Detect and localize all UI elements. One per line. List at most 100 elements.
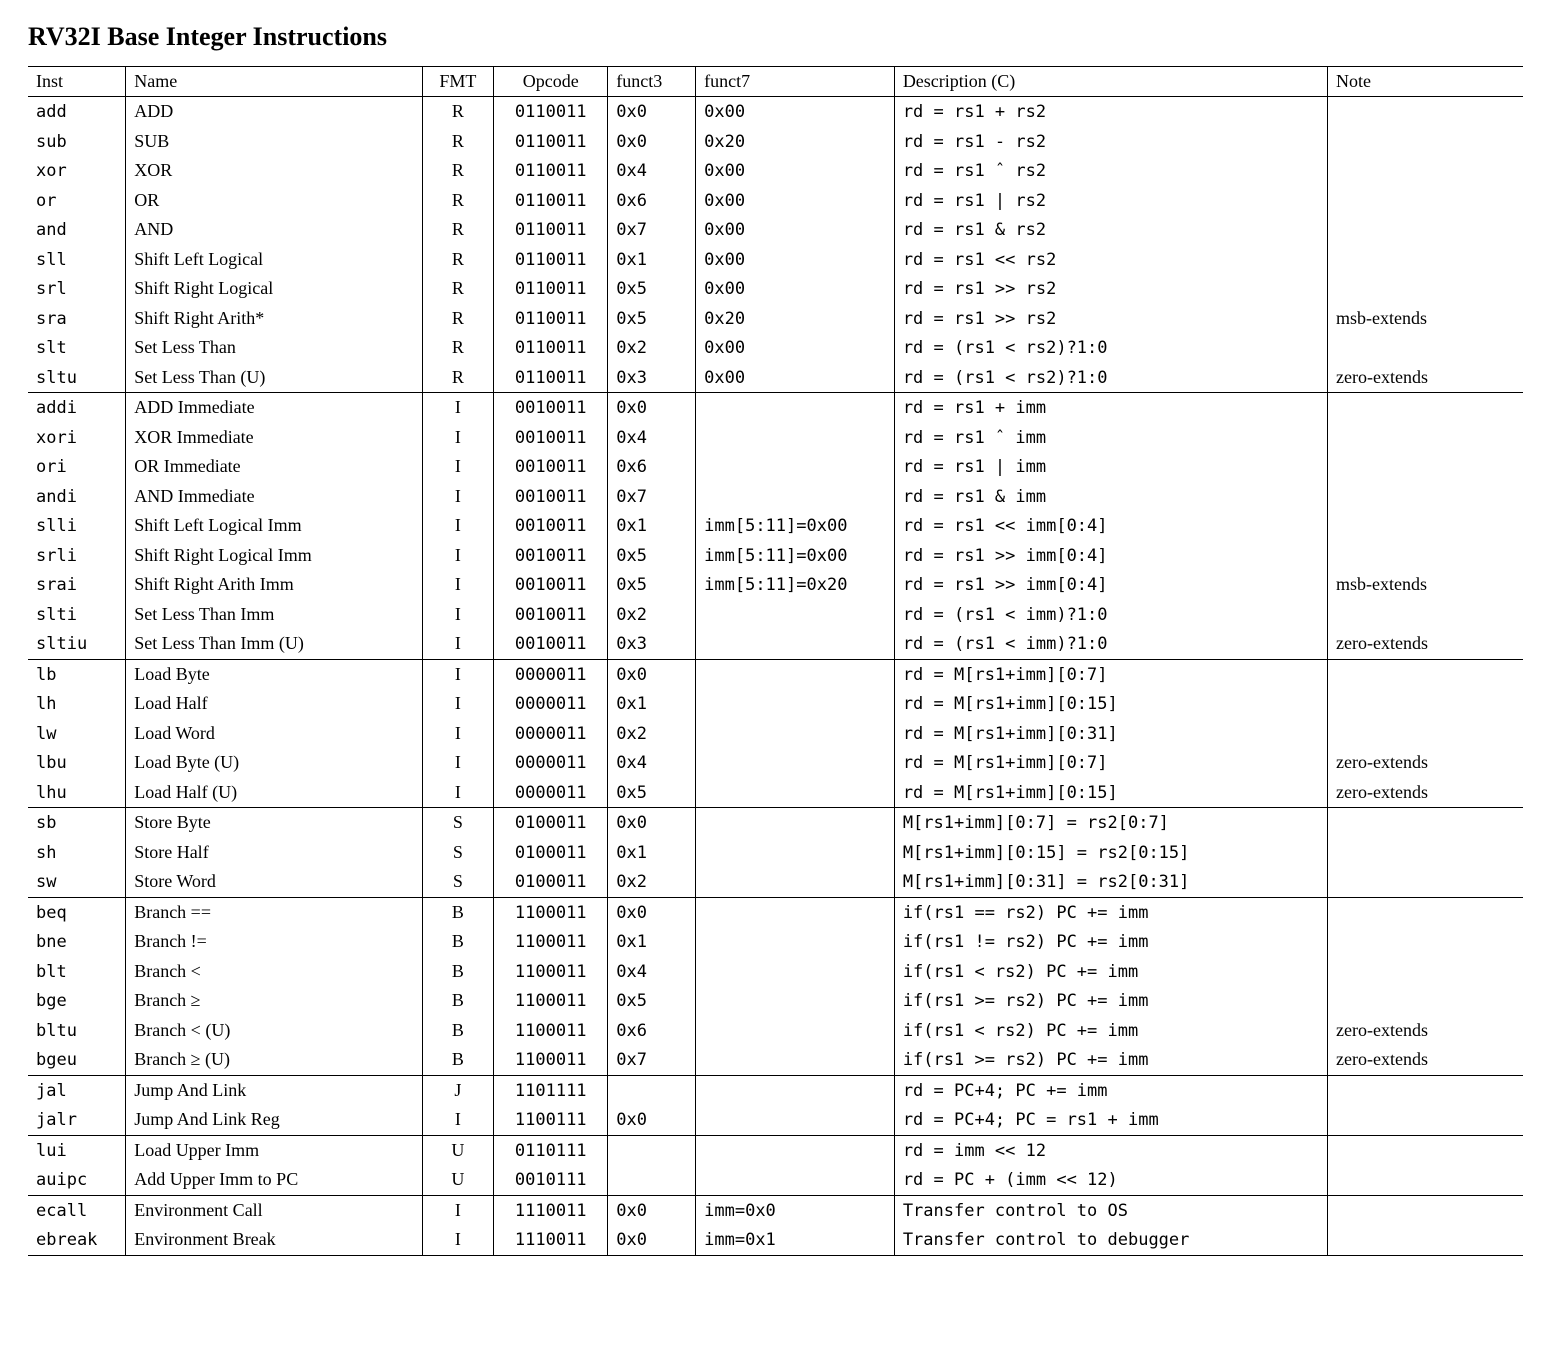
col-note: Note <box>1328 67 1523 97</box>
table-row: sltuSet Less Than (U)R01100110x30x00rd =… <box>28 363 1523 393</box>
cell-note <box>1328 423 1523 453</box>
cell-funct7: imm=0x1 <box>696 1225 895 1255</box>
cell-desc: rd = M[rs1+imm][0:15] <box>894 689 1327 719</box>
cell-funct7 <box>696 1045 895 1075</box>
cell-note <box>1328 452 1523 482</box>
cell-opcode: 0010111 <box>494 1165 608 1195</box>
cell-funct7: 0x00 <box>696 97 895 127</box>
cell-funct7: 0x20 <box>696 304 895 334</box>
cell-funct7: 0x00 <box>696 156 895 186</box>
table-row: ebreakEnvironment BreakI11100110x0imm=0x… <box>28 1225 1523 1255</box>
cell-inst: sb <box>28 808 126 838</box>
col-funct3: funct3 <box>608 67 696 97</box>
cell-opcode: 1100011 <box>494 927 608 957</box>
cell-desc: rd = rs1 + rs2 <box>894 97 1327 127</box>
cell-funct3: 0x6 <box>608 452 696 482</box>
cell-fmt: I <box>422 1225 494 1255</box>
cell-funct7 <box>696 1105 895 1135</box>
cell-fmt: I <box>422 689 494 719</box>
cell-name: Set Less Than Imm <box>126 600 422 630</box>
cell-funct3: 0x2 <box>608 333 696 363</box>
cell-funct3: 0x5 <box>608 274 696 304</box>
cell-funct3: 0x0 <box>608 97 696 127</box>
cell-funct3: 0x4 <box>608 957 696 987</box>
table-row: bgeuBranch ≥ (U)B11000110x7if(rs1 >= rs2… <box>28 1045 1523 1075</box>
cell-funct3 <box>608 1075 696 1105</box>
cell-fmt: R <box>422 274 494 304</box>
cell-inst: or <box>28 186 126 216</box>
cell-note: msb-extends <box>1328 304 1523 334</box>
cell-inst: beq <box>28 897 126 927</box>
cell-name: Add Upper Imm to PC <box>126 1165 422 1195</box>
cell-opcode: 1100011 <box>494 1045 608 1075</box>
cell-opcode: 0010011 <box>494 511 608 541</box>
cell-note <box>1328 1225 1523 1255</box>
cell-note <box>1328 245 1523 275</box>
cell-desc: rd = rs1 >> rs2 <box>894 274 1327 304</box>
cell-fmt: I <box>422 659 494 689</box>
cell-note <box>1328 867 1523 897</box>
cell-opcode: 0010011 <box>494 541 608 571</box>
cell-fmt: B <box>422 897 494 927</box>
table-row: sraShift Right Arith*R01100110x50x20rd =… <box>28 304 1523 334</box>
cell-funct7: 0x00 <box>696 333 895 363</box>
cell-opcode: 0110011 <box>494 245 608 275</box>
cell-note <box>1328 1075 1523 1105</box>
cell-opcode: 0110011 <box>494 274 608 304</box>
cell-fmt: J <box>422 1075 494 1105</box>
cell-inst: srai <box>28 570 126 600</box>
cell-inst: addi <box>28 393 126 423</box>
cell-fmt: S <box>422 808 494 838</box>
cell-name: Store Half <box>126 838 422 868</box>
table-row: jalJump And LinkJ1101111rd = PC+4; PC +=… <box>28 1075 1523 1105</box>
cell-name: Shift Right Arith Imm <box>126 570 422 600</box>
cell-funct3: 0x3 <box>608 363 696 393</box>
cell-desc: rd = PC+4; PC = rs1 + imm <box>894 1105 1327 1135</box>
cell-inst: bne <box>28 927 126 957</box>
cell-fmt: B <box>422 1045 494 1075</box>
cell-name: Jump And Link Reg <box>126 1105 422 1135</box>
cell-fmt: I <box>422 452 494 482</box>
cell-inst: xori <box>28 423 126 453</box>
cell-inst: jal <box>28 1075 126 1105</box>
table-row: addADDR01100110x00x00rd = rs1 + rs2 <box>28 97 1523 127</box>
cell-opcode: 1100111 <box>494 1105 608 1135</box>
cell-funct7 <box>696 600 895 630</box>
cell-funct3: 0x0 <box>608 127 696 157</box>
cell-funct3: 0x1 <box>608 511 696 541</box>
cell-fmt: R <box>422 245 494 275</box>
cell-funct7 <box>696 1165 895 1195</box>
cell-note <box>1328 1195 1523 1225</box>
cell-note <box>1328 333 1523 363</box>
cell-funct7 <box>696 778 895 808</box>
cell-funct3: 0x0 <box>608 1195 696 1225</box>
cell-desc: rd = rs1 ˆ rs2 <box>894 156 1327 186</box>
cell-name: Shift Left Logical Imm <box>126 511 422 541</box>
table-row: auipcAdd Upper Imm to PCU0010111rd = PC … <box>28 1165 1523 1195</box>
cell-inst: ori <box>28 452 126 482</box>
cell-note <box>1328 808 1523 838</box>
cell-note <box>1328 1105 1523 1135</box>
cell-fmt: B <box>422 957 494 987</box>
cell-funct3: 0x2 <box>608 867 696 897</box>
cell-funct3: 0x4 <box>608 748 696 778</box>
cell-inst: srli <box>28 541 126 571</box>
cell-opcode: 0000011 <box>494 778 608 808</box>
cell-funct7 <box>696 452 895 482</box>
cell-name: Shift Right Logical Imm <box>126 541 422 571</box>
cell-funct7 <box>696 1075 895 1105</box>
cell-opcode: 0000011 <box>494 719 608 749</box>
cell-fmt: I <box>422 570 494 600</box>
cell-fmt: B <box>422 1016 494 1046</box>
cell-name: ADD <box>126 97 422 127</box>
cell-funct3: 0x4 <box>608 156 696 186</box>
cell-fmt: I <box>422 629 494 659</box>
cell-funct7 <box>696 897 895 927</box>
cell-opcode: 0010011 <box>494 423 608 453</box>
table-row: lhuLoad Half (U)I00000110x5rd = M[rs1+im… <box>28 778 1523 808</box>
cell-fmt: S <box>422 838 494 868</box>
cell-opcode: 1101111 <box>494 1075 608 1105</box>
cell-name: AND <box>126 215 422 245</box>
table-row: beqBranch ==B11000110x0if(rs1 == rs2) PC… <box>28 897 1523 927</box>
cell-desc: rd = rs1 ˆ imm <box>894 423 1327 453</box>
